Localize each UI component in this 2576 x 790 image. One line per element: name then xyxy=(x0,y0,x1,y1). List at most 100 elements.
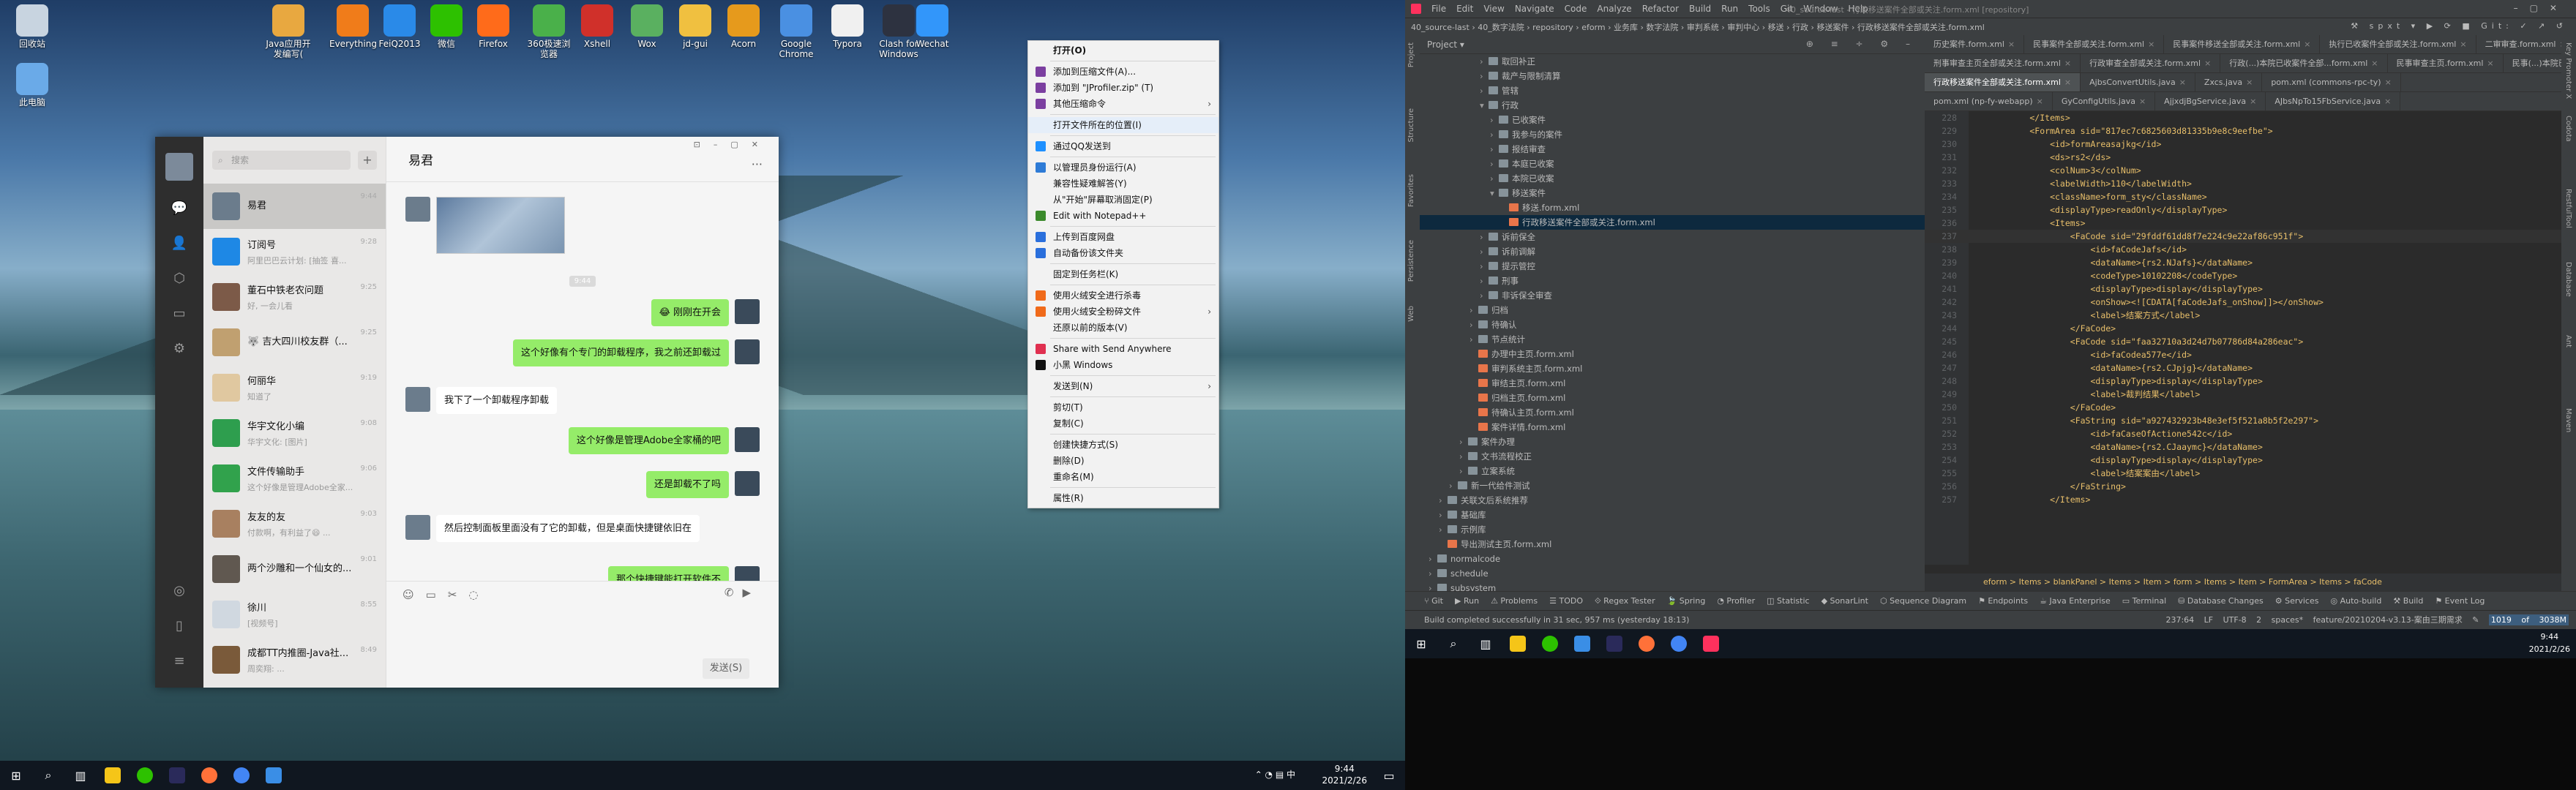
tool-strip-favorites[interactable]: Favorites xyxy=(1407,174,1415,207)
tree-node[interactable]: › 基础库 xyxy=(1420,508,1925,522)
code-line[interactable]: 228 </Items> xyxy=(1925,111,2561,124)
code-line[interactable]: 237 <FaCode sid="29fddf61dd8f7e224c9e22a… xyxy=(1925,230,2561,243)
tree-node[interactable]: › 本庭已收案 xyxy=(1420,157,1925,171)
conversation-item[interactable]: 易君 9:44 xyxy=(203,184,386,229)
tree-node[interactable]: 办理中主页.form.xml xyxy=(1420,347,1925,361)
code-breadcrumb[interactable]: eform > Items > blankPanel > Items > Ite… xyxy=(1925,573,2561,591)
close-tab-icon[interactable]: × xyxy=(2064,59,2071,68)
tool-window-button[interactable]: 🍃 Spring xyxy=(1667,596,1706,606)
tool-window-button[interactable]: ⟐ Regex Tester xyxy=(1595,596,1655,606)
window-controls[interactable]: ⊡–▢✕ xyxy=(694,140,771,149)
close-tab-icon[interactable]: × xyxy=(2246,78,2253,87)
context-menu-item[interactable]: 使用火绒安全进行杀毒 xyxy=(1028,287,1218,304)
desktop-icon[interactable]: 此电脑 xyxy=(9,63,56,108)
context-menu-item[interactable]: 固定到任务栏(K) xyxy=(1028,266,1218,282)
context-menu-item[interactable]: 创建快捷方式(S) xyxy=(1028,437,1218,453)
expand-toggle-icon[interactable]: › xyxy=(1480,244,1489,259)
editor-tab[interactable]: AjjxdjBgService.java × xyxy=(2155,92,2266,110)
code-line[interactable]: 235 <displayType>readOnly</displayType> xyxy=(1925,203,2561,217)
desktop-icon[interactable]: 360极速浏览器 xyxy=(525,4,572,59)
tool-window-button[interactable]: ☕ Java Enterprise xyxy=(2040,596,2111,606)
tree-node[interactable]: 待确认主页.form.xml xyxy=(1420,405,1925,420)
menu-build[interactable]: Build xyxy=(1689,4,1711,14)
tool-window-button[interactable]: ◫ Statistic xyxy=(1767,596,1809,606)
message-bubble[interactable]: 然后控制面板里面没有了它的卸载，但是桌面快捷键依旧在 xyxy=(436,515,700,542)
close-tab-icon[interactable]: × xyxy=(2460,40,2466,49)
message-bubble[interactable]: 那个快捷键能打开软件不 xyxy=(607,566,729,581)
project-tools[interactable]: ⊕ ≡ ÷ ⚙ – xyxy=(1806,39,1917,49)
close-tab-icon[interactable]: × xyxy=(2385,78,2392,87)
contacts-icon[interactable]: 👤 xyxy=(171,235,188,252)
code-line[interactable]: 250 </FaCode> xyxy=(1925,401,2561,414)
menu-tools[interactable]: Tools xyxy=(1748,4,1770,14)
tool-window-button[interactable]: ☰ TODO xyxy=(1549,596,1583,606)
code-line[interactable]: 242 <onShow><![CDATA[faCodeJafs_onShow]]… xyxy=(1925,296,2561,309)
emoji-icon[interactable]: ☺ xyxy=(402,588,414,601)
tool-window-button[interactable]: ⚠ Problems xyxy=(1491,596,1538,606)
expand-toggle-icon[interactable]: › xyxy=(1490,157,1499,171)
terminal-app-icon-right[interactable] xyxy=(1598,629,1630,658)
code-line[interactable]: 248 <displayType>display</displayType> xyxy=(1925,375,2561,388)
expand-toggle-icon[interactable]: › xyxy=(1439,508,1448,522)
expand-toggle-icon[interactable]: › xyxy=(1439,493,1448,508)
expand-toggle-icon[interactable]: › xyxy=(1490,171,1499,186)
tool-window-button[interactable]: ⚙ Services xyxy=(2275,596,2319,606)
close-tab-icon[interactable]: × xyxy=(2064,78,2071,87)
tool-window-button[interactable]: ⛁ Database Changes xyxy=(2178,596,2264,606)
breadcrumb-item[interactable]: 行政移送案件全部或关注.form.xml xyxy=(1857,23,1985,32)
editor-tab[interactable]: 行政移送案件全部或关注.form.xml × xyxy=(1925,73,2081,91)
tree-node[interactable]: 行政移送案件全部或关注.form.xml xyxy=(1420,215,1925,230)
expand-toggle-icon[interactable]: › xyxy=(1490,113,1499,127)
code-line[interactable]: 234 <className>form_sty</className> xyxy=(1925,190,2561,203)
desktop-icon[interactable]: Xshell xyxy=(574,4,621,49)
run-toolbar[interactable]: ⚒ spxt ▾ ▶ ⟳ ■ Git: ✓ ↗ ↺ xyxy=(2351,21,2567,31)
expand-toggle-icon[interactable]: › xyxy=(1429,552,1437,566)
desktop-icon[interactable]: Wox xyxy=(624,4,670,49)
wechat-app-icon[interactable] xyxy=(129,761,161,790)
tree-node[interactable]: › 诉前保全 xyxy=(1420,230,1925,244)
code-line[interactable]: 238 <id>faCodeJafs</id> xyxy=(1925,243,2561,256)
tree-node[interactable]: › 取回补正 xyxy=(1420,54,1925,69)
context-menu-item[interactable]: Share with Send Anywhere xyxy=(1028,341,1218,357)
editor-tab[interactable]: Zxcs.java × xyxy=(2195,73,2263,91)
code-line[interactable]: 257 </Items> xyxy=(1925,493,2561,506)
tool-window-button[interactable]: ⚑ Endpoints xyxy=(1978,596,2028,606)
tool-strip-persistence[interactable]: Persistence xyxy=(1407,240,1415,282)
breadcrumb-item[interactable]: 40_source-last xyxy=(1411,23,1469,32)
desktop-icon[interactable]: Firefox xyxy=(470,4,517,49)
phone-icon[interactable]: ▯ xyxy=(171,617,188,635)
context-menu-item[interactable]: 自动备份该文件夹 xyxy=(1028,245,1218,261)
favorites-icon[interactable]: ⬡ xyxy=(171,270,188,287)
notification-icon[interactable]: ▭ xyxy=(1373,761,1405,790)
tool-strip-item[interactable]: Ant xyxy=(2564,335,2572,347)
desktop-icon[interactable]: Everything xyxy=(329,4,377,49)
send-button[interactable]: 发送(S) xyxy=(703,658,749,679)
expand-toggle-icon[interactable]: › xyxy=(1480,274,1489,288)
context-menu-item[interactable]: 打开文件所在的位置(I) xyxy=(1028,117,1218,133)
wechat-app-icon-right[interactable] xyxy=(1534,629,1566,658)
message-avatar[interactable] xyxy=(735,566,760,581)
conversation-item[interactable]: 文件传输助手 这个好像是管理Adobe全家... 9:06 xyxy=(203,456,386,501)
user-avatar[interactable] xyxy=(165,153,193,181)
tool-window-button[interactable]: ⚑ Event Log xyxy=(2435,596,2485,606)
tree-node[interactable]: › 裁产与限制清算 xyxy=(1420,69,1925,83)
breadcrumb-item[interactable]: repository xyxy=(1532,23,1573,32)
terminal-app-icon[interactable] xyxy=(161,761,193,790)
code-line[interactable]: 229 <FormArea sid="817ec7c6825603d81335b… xyxy=(1925,124,2561,138)
code-line[interactable]: 233 <labelWidth>110</labelWidth> xyxy=(1925,177,2561,190)
message-avatar[interactable] xyxy=(405,197,430,222)
memory-indicator[interactable]: 1019 of 3038M xyxy=(2488,614,2569,625)
notes-app-icon[interactable] xyxy=(97,761,129,790)
close-tab-icon[interactable]: × xyxy=(2384,97,2391,106)
mini-program-icon[interactable]: ◎ xyxy=(171,582,188,600)
code-line[interactable]: 244 </FaCode> xyxy=(1925,322,2561,335)
context-menu-item[interactable]: 以管理员身份运行(A) xyxy=(1028,159,1218,176)
context-menu-item[interactable]: 添加到压缩文件(A)... xyxy=(1028,64,1218,80)
expand-toggle-icon[interactable]: ▾ xyxy=(1480,98,1489,113)
conversation-item[interactable]: 何丽华 知道了 9:19 xyxy=(203,365,386,410)
context-menu-item[interactable]: Edit with Notepad++ xyxy=(1028,208,1218,224)
code-line[interactable]: 254 <displayType>display</displayType> xyxy=(1925,454,2561,467)
code-line[interactable]: 251 <FaString sid="a927432923b48e3ef5f52… xyxy=(1925,414,2561,427)
close-tab-icon[interactable]: × xyxy=(2204,59,2211,68)
tool-window-button[interactable]: ⬡ Sequence Diagram xyxy=(1880,596,1966,606)
